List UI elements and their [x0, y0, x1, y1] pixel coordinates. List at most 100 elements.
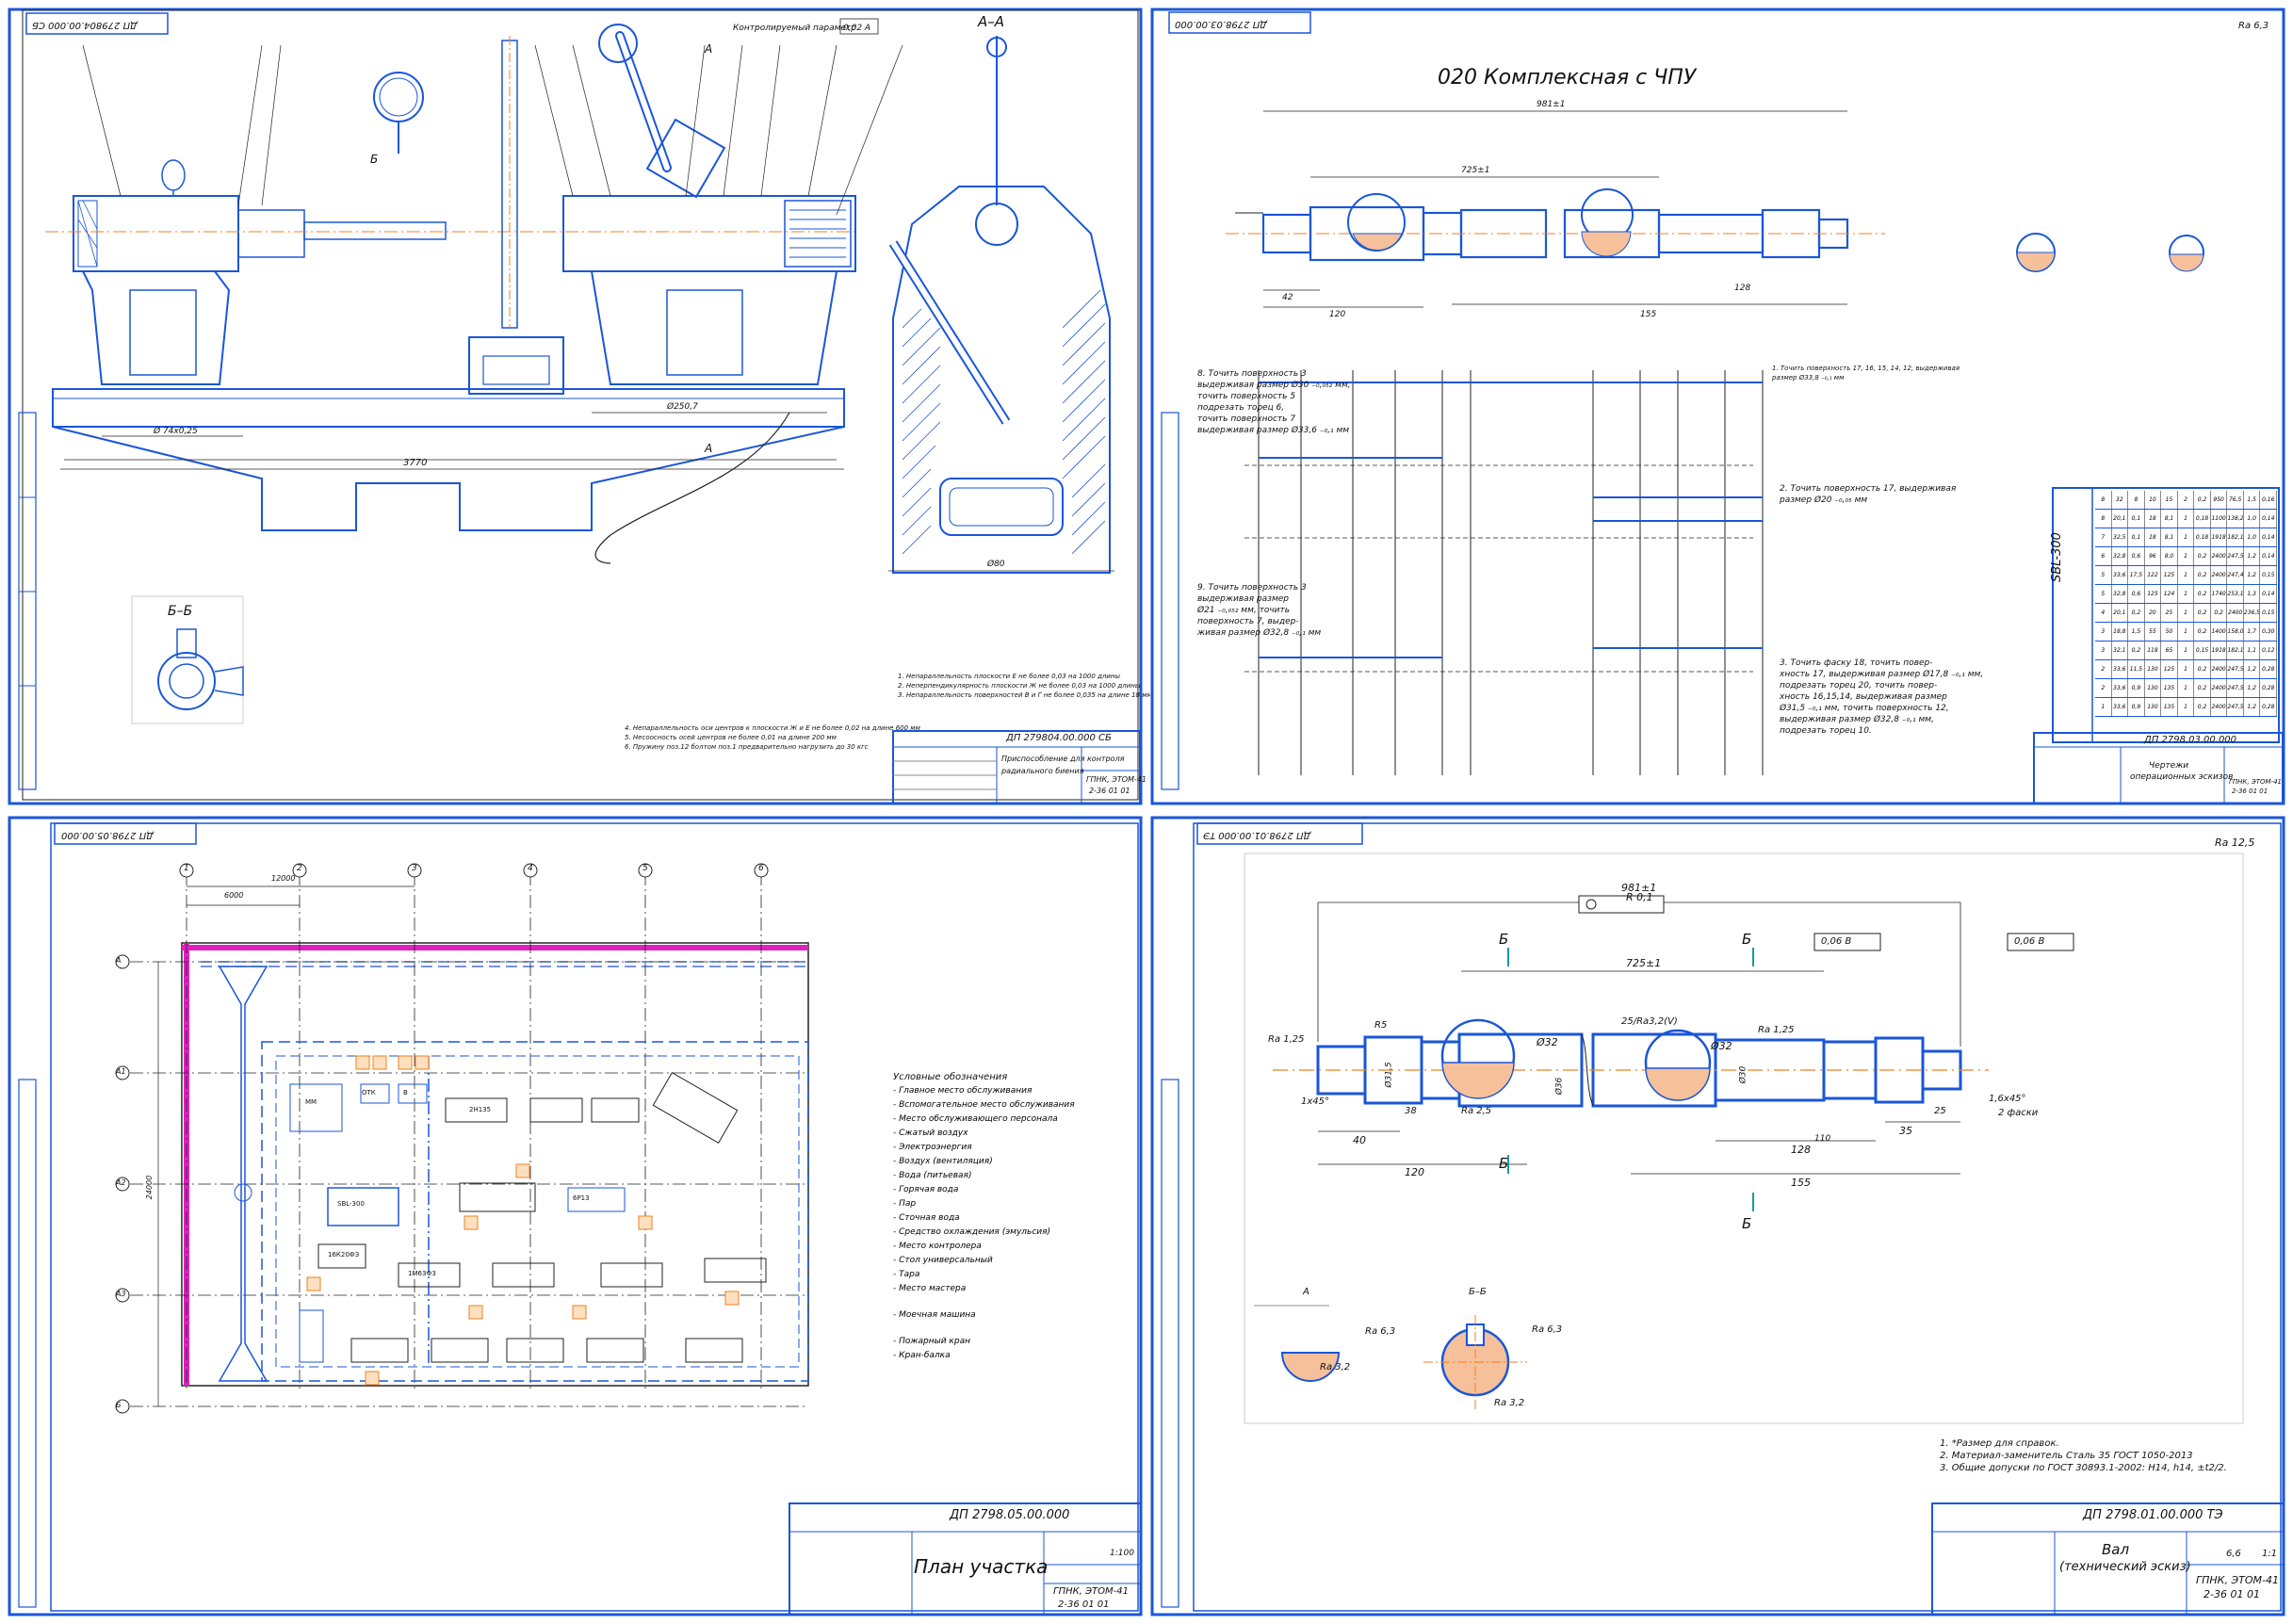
shaft-section-b-bottom-right: Б	[1742, 1215, 1752, 1232]
op-table-cell: 7	[2095, 528, 2112, 546]
op-table-cell: 2400	[2227, 604, 2244, 622]
fixture-title-code: ДП 279804.00.000 СБ	[1006, 733, 1112, 743]
op-table-cell: 247,5	[2227, 679, 2244, 697]
op-table-cell: 0,2	[2194, 660, 2211, 678]
op-table-cell: 8	[2128, 491, 2145, 509]
op-table-cell: 18	[2145, 510, 2162, 528]
op-table-row: 2 33,6 11,5 130 125 1 0,2 2400 247,5 1,2 0,28	[2095, 660, 2278, 679]
shaft-radius: R5	[1374, 1020, 1388, 1031]
op-table-cell: 76,5	[2227, 491, 2244, 509]
fixture-note-4: 4. Непараллельность оси центров к плоско…	[625, 724, 920, 732]
shaft-dia-36: Ø36	[1554, 1077, 1565, 1096]
op-table-cell: 1,3	[2244, 585, 2261, 603]
shaft-note-1: 1. *Размер для справок.	[1940, 1438, 2059, 1449]
control-parameter-note: Контролируемый параметр	[733, 24, 856, 33]
legend-item: - Вода (питьевая)	[893, 1171, 972, 1180]
op-table-cell: 1,0	[2244, 510, 2261, 528]
op-table-cell: 65	[2161, 641, 2178, 659]
operation-title-org2: 2-36 01 01	[2232, 788, 2269, 795]
shaft-ra-25: Ra 2,5	[1461, 1106, 1492, 1116]
op-step8-line1: 8. Точить поверхность 3	[1197, 369, 1307, 379]
shaft-dim-128: 128	[1791, 1144, 1811, 1156]
op-table-cell: 247,5	[2227, 698, 2244, 716]
shaft-chamfer-3: 2 фаски	[1998, 1108, 2039, 1118]
machine-label: SBL-300	[337, 1200, 365, 1208]
op-table-cell: 8	[2095, 510, 2112, 528]
fixture-title-org: ГПНК, ЭТОМ-41	[1086, 775, 1146, 784]
op-table-cell: 0,15	[2194, 641, 2211, 659]
op-table-cell: 2	[2178, 491, 2195, 509]
sheet-operation-sketches: 981±1 725±1 155 128 120 42 ДП 2798.03.00…	[1150, 8, 2285, 805]
op-table-cell: 1	[2178, 641, 2195, 659]
legend-item: - Сточная вода	[893, 1213, 960, 1223]
shaft-note-2: 2. Материал-заменитель Сталь 35 ГОСТ 105…	[1940, 1451, 2193, 1461]
shaft-title-code: ДП 2798.01.00.000 ТЭ	[2083, 1508, 2223, 1522]
shaft-tol-2: 0,06 В	[2014, 936, 2045, 947]
plan-legend: - Главное место обслуживания - Вспомогате…	[855, 1084, 1075, 1363]
op-table-row: 6 32,8 0,6 96 8,0 1 0,2 2400 247,5 1,2 0,14	[2095, 547, 2278, 566]
op-table-cell: 1,7	[2244, 623, 2261, 641]
op-table-cell: 0,12	[2260, 641, 2278, 659]
plan-title-org2: 2-36 01 01	[1058, 1600, 1110, 1610]
op-table-cell: 182,1	[2227, 641, 2244, 659]
op-table-cell: 182,1	[2227, 528, 2244, 546]
legend-item: - Электроэнергия	[893, 1143, 972, 1152]
op-table-cell: 122	[2145, 566, 2162, 584]
op-table-cell: 0,14	[2260, 585, 2278, 603]
shaft-title-org2: 2-36 01 01	[2204, 1588, 2260, 1600]
op-table-cell: 8,1	[2161, 510, 2178, 528]
op-step9-line3: Ø21 ₋₀,₀₅₂ мм, точить	[1197, 606, 1291, 615]
op-table-cell: 1100	[2211, 510, 2228, 528]
axis-label-left: А3	[116, 1290, 126, 1298]
legend-item: - Горячая вода	[893, 1185, 959, 1194]
dim-74: Ø 74х0,25	[153, 426, 198, 436]
op-table-cell: 135	[2161, 698, 2178, 716]
op-table-cell: 130	[2145, 660, 2162, 678]
shaft-note-3: 3. Общие допуски по ГОСТ 30893.1-2002: H…	[1940, 1463, 2227, 1473]
legend-item: - Сжатый воздух	[893, 1129, 968, 1138]
dim-3770: 3770	[403, 458, 427, 468]
shaft-title-name2: (технический эскиз)	[2059, 1560, 2191, 1574]
legend-item: - Пожарный кран	[893, 1337, 970, 1346]
op-table-cell: 1740	[2211, 585, 2228, 603]
fixture-note-1: 1. Непараллельность плоскости Е не более…	[898, 673, 1121, 680]
axis-label-top: 4	[528, 864, 533, 873]
op-table-cell: 1,1	[2244, 641, 2261, 659]
op-table-cell: 247,5	[2227, 660, 2244, 678]
op-step8-line6: выдерживая размер Ø33,6 ₋₀,₁ мм	[1197, 426, 1350, 435]
op-step3-line2: хность 17, выдерживая размер Ø17,8 ₋₀,₁ …	[1780, 670, 1984, 679]
op-table-cell: 135	[2161, 679, 2178, 697]
plan-title-org: ГПНК, ЭТОМ-41	[1053, 1586, 1129, 1597]
op-table-cell: 3	[2095, 641, 2112, 659]
shaft-ra-32-b: Ra 3,2	[1494, 1398, 1525, 1408]
fixture-note-6: 6. Пружину поз.12 болтом поз.1 предварит…	[625, 743, 869, 751]
op-table-cell: 2	[2095, 679, 2112, 697]
op-table-cell: 2400	[2211, 679, 2228, 697]
op-table-cell: 0,15	[2260, 604, 2278, 622]
section-b-marker: Б	[370, 153, 378, 166]
op-table-cell: 1,2	[2244, 660, 2261, 678]
op-step2-line1: 2. Точить поверхность 17, выдерживая	[1780, 484, 1957, 494]
fixture-notes-2: 4. Непараллельность оси центров к плоско…	[625, 723, 920, 752]
op-table-cell: 130	[2145, 698, 2162, 716]
op-step8-line5: точить поверхность 7	[1197, 414, 1296, 424]
op-table-cell: 5	[2095, 585, 2112, 603]
op-step8-line2: выдерживая размер Ø30 ₋₀,₀₅₂ мм,	[1197, 381, 1351, 390]
legend-item: - Средство охлаждения (эмульсия)	[893, 1227, 1051, 1237]
op-table-row: 7 32,5 0,1 18 8,1 1 0,18 1918 182,1 1,0 0,14	[2095, 528, 2278, 547]
shaft-ra-main: Ra 1,25	[1268, 1034, 1305, 1045]
shaft-chamfer-1: 1х45°	[1301, 1096, 1330, 1107]
plan-code-rotated: ДП 2798.05.00.000	[61, 830, 154, 840]
operation-roughness: Ra 6,3	[2238, 21, 2269, 31]
shaft-dim-155: 155	[1791, 1177, 1811, 1189]
sheet-fixture-assembly: 3770 Ø 74х0,25 Ø250,7 Ø80 А–А Б–Б 0,02 А…	[8, 8, 1152, 805]
op-step9-line5: живая размер Ø32,8 ₋₀,₁ мм	[1197, 628, 1322, 638]
fixture-title-org2: 2-36 01 01	[1089, 787, 1130, 795]
sheet-shaft-sketch: ДП 2798.01.00.000 ТЭ Ra 12,5 R 0,1 981±1…	[1150, 816, 2285, 1616]
op-table-row: 8 32 8 10 15 2 0,2 950 76,5 1,5 0,16	[2095, 491, 2278, 510]
op-table-cell: 1	[2178, 698, 2195, 716]
op-dim-42: 42	[1282, 293, 1293, 302]
op-table-cell: 0,28	[2260, 698, 2278, 716]
op-table-cell: 32,5	[2112, 528, 2129, 546]
op-table-cell: 0,2	[2194, 604, 2211, 622]
